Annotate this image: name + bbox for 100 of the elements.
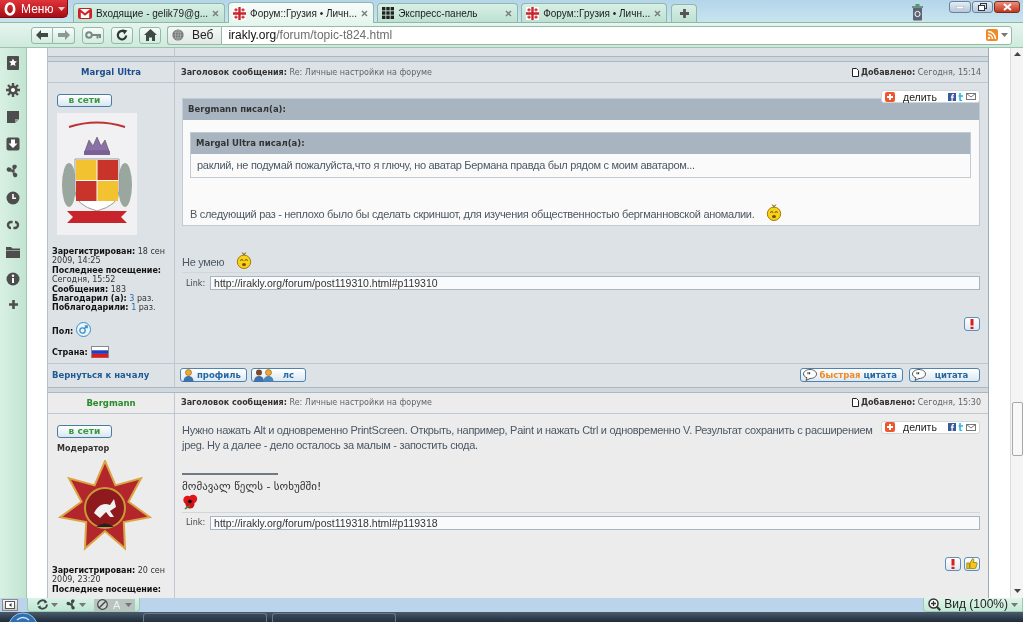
scrollbar[interactable] [1010,48,1023,598]
plus-icon [885,422,895,433]
caret-icon [1011,602,1018,607]
search-engine-button[interactable]: Веб [167,25,222,45]
private-message-button[interactable]: лс [250,368,306,383]
minimize-icon [956,5,964,9]
zoom-button[interactable]: Вид (100%) [923,598,1023,612]
start-orb-icon[interactable] [8,612,38,622]
home-button[interactable] [139,26,161,44]
browser-tab[interactable]: Форум::Грузия • Личн... [228,2,375,23]
country-label: Страна: [52,347,88,358]
up-arrow-icon[interactable] [1013,52,1021,56]
profile-field: Последнее посещение: [52,584,170,595]
document-icon [851,398,859,408]
back-to-top-link[interactable]: Вернуться к началу [52,370,150,381]
post-text: Не умею [182,256,225,268]
bookmark-icon[interactable] [6,56,20,70]
post-text: Нужно нажать Alt и одновременно PrintScreen. Открыть, например, Paint и нажать Ctrl и одновременно V. Результат сохранить с расширением jpeg. Ну а далее - дело осталось за малым - запостить сюда. [182,423,873,451]
panel-toggle-button[interactable] [2,599,18,611]
twitter-icon [958,423,964,432]
trash-icon[interactable] [911,3,924,21]
gender-label: Пол: [52,326,74,337]
back-button[interactable] [31,26,53,44]
restore-button[interactable] [972,1,993,13]
close-icon[interactable] [212,9,220,17]
gear-icon[interactable] [6,83,20,97]
chain-link-icon[interactable] [6,218,20,232]
report-button[interactable] [964,317,980,331]
profile-field: Зарегистрирован: 20 сен 2009, 23:20 [52,565,170,585]
globe-icon [172,29,184,41]
down-arrow-icon[interactable] [1013,589,1021,593]
close-icon[interactable] [505,9,513,17]
reload-icon [116,29,128,41]
quick-quote-button[interactable]: быстрая цитата [799,368,903,383]
link-field[interactable]: http://irakly.org/forum/post119310.html#p119310 [210,276,980,290]
opera-logo-icon [4,1,16,16]
profile-field: Сообщения: 183 [52,284,170,295]
menu-button[interactable]: Меню [0,0,68,18]
envelope-icon [78,7,92,19]
exclamation-icon [970,319,974,329]
close-icon[interactable] [361,9,369,17]
scrollbar-thumb[interactable] [1011,402,1023,456]
gauge-icon [97,599,108,610]
browser-tab[interactable]: Форум::Грузия • Личн... [521,3,668,22]
thanks-count-link[interactable]: 3 [129,294,135,304]
close-icon[interactable] [654,9,662,17]
share-button[interactable]: делить [881,420,980,434]
browser-tab[interactable]: Экспресс-панель [377,3,519,22]
panel-icon [5,601,15,609]
reload-button[interactable] [111,26,133,44]
folder-icon[interactable] [6,245,20,259]
post-subject: Заголовок сообщения: Re: Личные настройки на форуме [181,398,432,408]
signature-text: მომავალ წელს - სოხუმში! [182,478,323,494]
post-text: В следующий раз - неплохо было бы сделать скриншот, для изучения общественностью бергманновской аномалии. [190,208,755,220]
caret-icon [79,602,86,607]
report-button[interactable] [945,556,961,571]
profile-field: Зарегистрирован: 18 сен 2009, 14:25 [52,247,170,266]
caret-icon [51,602,58,607]
post-date: Добавлено: Сегодня, 15:30 [860,398,981,408]
profile-field: Последнее посещение: Сегодня, 15:52 [52,265,170,285]
taskbar-button[interactable] [143,613,267,622]
facebook-icon [948,92,956,101]
link-label: Link: [186,518,206,528]
quote-button[interactable]: цитата [909,368,980,383]
plus-icon[interactable] [7,299,19,310]
facebook-icon [948,423,956,432]
key-button[interactable] [82,26,104,44]
info-icon[interactable] [6,272,20,286]
plus-icon [885,91,895,102]
fan-icon [66,599,77,610]
download-icon[interactable] [6,137,20,151]
caret-icon [125,602,133,607]
key-icon [85,31,101,39]
clock-icon[interactable] [6,191,20,205]
sync-button[interactable] [36,599,58,610]
quote-header: Margal Ultra писал(а): [191,133,970,154]
new-tab-button[interactable] [671,4,698,22]
grid-icon [382,7,395,19]
minimize-button[interactable] [949,1,971,13]
fan-icon[interactable] [6,164,20,178]
share-button[interactable]: делить [881,90,980,103]
link-field[interactable]: http://irakly.org/forum/post119318.html#p119318 [210,515,980,530]
address-field[interactable]: irakly.org/forum/topic-t824.html [221,25,1012,45]
flag-icon [90,345,109,358]
thanks-button[interactable] [964,556,980,571]
post-text: раклий, не подумай пожалуйста,что я глючу, но аватар Бермана правда был рядом с моим аватаром... [197,159,695,171]
cross-flag-icon [526,6,540,20]
male-symbol-icon [76,321,92,337]
people-icon [253,368,274,382]
note-icon[interactable] [6,110,20,124]
network-button[interactable] [66,599,86,610]
browser-tab[interactable]: Входящие - gelik79@g... [73,3,226,22]
profile-button[interactable]: профиль [180,368,247,383]
thanks-count-link[interactable]: 1 [131,303,137,313]
caret-icon[interactable] [1001,33,1008,37]
speech-bubble-icon [912,369,926,382]
taskbar-button[interactable] [272,613,396,622]
speech-bubble-icon [802,369,817,382]
close-button[interactable] [994,1,1020,13]
post-date: Добавлено: Сегодня, 15:14 [860,67,981,77]
